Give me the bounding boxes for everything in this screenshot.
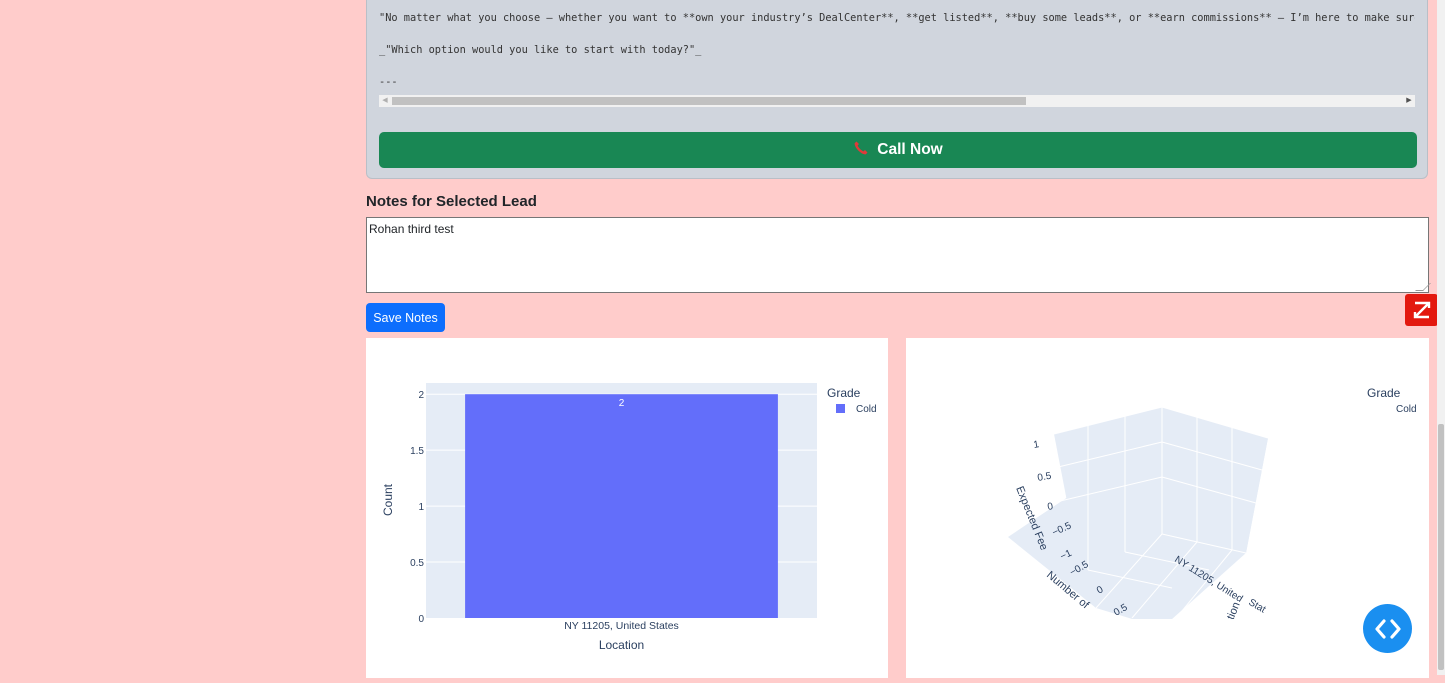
legend-swatch[interactable] — [836, 404, 845, 413]
call-now-button[interactable]: Call Now — [379, 132, 1417, 168]
bar-chart-panel: 0 0.5 1 1.5 2 2 NY 11205, United States Loca… — [366, 338, 888, 678]
script-line: _"Which option would you like to start w… — [379, 44, 702, 56]
script-line: --- — [379, 76, 398, 88]
legend-title: Grade — [1367, 386, 1401, 400]
bar-series: 2 — [465, 394, 778, 618]
code-toggle-button[interactable] — [1363, 604, 1412, 653]
bar[interactable] — [465, 394, 778, 618]
x-axis-title-partial: ation — [1223, 601, 1243, 628]
legend-item-cold[interactable]: Cold — [856, 404, 877, 415]
scrollbar-thumb[interactable] — [392, 97, 1026, 105]
save-notes-button[interactable]: Save Notes — [366, 303, 445, 332]
scatter3d-chart: 10.50−0.5−1 −0.500.5 Expected Fee Number… — [1008, 386, 1417, 628]
z-tick-label: 0.5 — [1037, 471, 1053, 484]
call-script-text: "No matter what you choose — whether you… — [379, 5, 1415, 101]
legend-item-cold[interactable]: Cold — [1396, 404, 1417, 415]
code-brackets-icon — [1374, 618, 1401, 639]
x-axis-label: Location — [599, 638, 644, 652]
scatter3d-chart-panel: 1 0.5 0 −0.5 −1 −0.5 0 0.5 Expected Fee Number… — [906, 338, 1429, 678]
x-axis-tick-partial: Stat — [1247, 597, 1268, 616]
y-tick-label: 1.5 — [410, 446, 424, 457]
phone-icon — [853, 140, 869, 160]
call-now-label: Call Now — [877, 141, 943, 158]
bar-data-label: 2 — [619, 398, 625, 409]
y-axis-label: Count — [381, 483, 395, 516]
scroll-left-icon[interactable]: ◀ — [379, 95, 391, 107]
notes-value: Rohan third test — [369, 222, 454, 236]
notes-textarea[interactable]: Rohan third test — [366, 217, 1431, 293]
call-script-card: "No matter what you choose — whether you… — [366, 0, 1428, 179]
x-tick-label: NY 11205, United States — [564, 620, 679, 632]
y-tick-label: 1 — [418, 502, 424, 513]
expand-widget-button[interactable] — [1405, 294, 1438, 326]
script-line: "No matter what you choose — whether you… — [379, 12, 1415, 24]
y-ticks: 0 0.5 1 1.5 2 — [410, 390, 424, 625]
vertical-scrollbar[interactable] — [1437, 0, 1445, 675]
y-tick-label: 2 — [418, 390, 424, 401]
expand-icon — [1413, 301, 1430, 319]
horizontal-scrollbar[interactable]: ◀ ▶ — [379, 95, 1415, 107]
resize-handle-icon[interactable] — [1415, 283, 1431, 291]
y-tick-label: 0 — [418, 614, 424, 625]
z-tick-label: 1 — [1033, 439, 1041, 451]
notes-title: Notes for Selected Lead — [366, 193, 537, 210]
scene[interactable]: 10.50−0.5−1 −0.500.5 Expected Fee Number… — [1008, 406, 1269, 628]
scrollbar-thumb[interactable] — [1438, 424, 1444, 670]
legend-title: Grade — [827, 386, 861, 400]
y-tick-label: 0.5 — [410, 558, 424, 569]
bar-chart: 0 0.5 1 1.5 2 2 NY 11205, United States Loca… — [381, 383, 877, 652]
scroll-right-icon[interactable]: ▶ — [1403, 95, 1415, 107]
